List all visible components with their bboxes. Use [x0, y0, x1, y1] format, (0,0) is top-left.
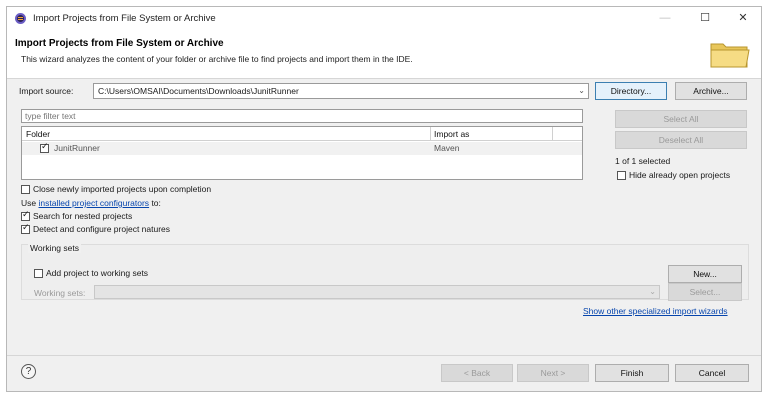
cancel-button[interactable]: Cancel	[675, 364, 749, 382]
table-header: Folder Import as	[22, 127, 582, 141]
use-prefix: Use	[21, 198, 37, 208]
add-to-working-sets-label: Add project to working sets	[46, 268, 149, 278]
close-after-label: Close newly imported projects upon compl…	[33, 184, 212, 194]
project-import-as: Maven	[434, 143, 460, 153]
column-divider	[552, 127, 553, 141]
detect-natures-checkbox[interactable]	[21, 223, 30, 234]
column-import-as[interactable]: Import as	[434, 129, 469, 139]
new-working-set-button[interactable]: New...	[668, 265, 742, 283]
filter-input[interactable]	[22, 110, 582, 122]
minimize-button[interactable]: —	[657, 11, 673, 25]
chevron-down-icon: ⌄	[578, 86, 585, 95]
column-divider	[430, 127, 431, 141]
back-button[interactable]: < Back	[441, 364, 513, 382]
wizard-title: Import Projects from File System or Arch…	[15, 38, 224, 49]
add-to-working-sets-checkbox[interactable]	[34, 269, 43, 278]
working-sets-combo[interactable]: ⌄	[94, 285, 660, 299]
working-sets-label: Working sets:	[34, 288, 86, 298]
directory-button[interactable]: Directory...	[595, 82, 667, 100]
filter-field[interactable]	[21, 109, 583, 123]
wizard-description: This wizard analyzes the content of your…	[21, 54, 413, 64]
folder-icon	[710, 43, 750, 68]
projects-table: Folder Import as JunitRunner Maven	[21, 126, 583, 180]
project-folder: JunitRunner	[54, 143, 100, 153]
import-source-combo[interactable]: C:\Users\OMSAI\Documents\Downloads\Junit…	[93, 83, 589, 99]
column-folder[interactable]: Folder	[26, 129, 50, 139]
working-sets-title: Working sets	[28, 243, 81, 253]
working-sets-group: Working sets Add project to working sets…	[21, 243, 749, 301]
next-button[interactable]: Next >	[517, 364, 589, 382]
project-checkbox[interactable]	[40, 142, 49, 153]
archive-button[interactable]: Archive...	[675, 82, 747, 100]
hide-open-label: Hide already open projects	[629, 170, 731, 180]
close-after-checkbox[interactable]	[21, 185, 30, 194]
maximize-button[interactable]: ☐	[697, 11, 713, 25]
detect-natures-label: Detect and configure project natures	[33, 224, 171, 234]
show-other-wizards-link[interactable]: Show other specialized import wizards	[583, 306, 728, 316]
help-icon[interactable]: ?	[21, 364, 36, 379]
finish-button[interactable]: Finish	[595, 364, 669, 382]
select-all-button[interactable]: Select All	[615, 110, 747, 128]
import-dialog: Import Projects from File System or Arch…	[6, 6, 762, 392]
configurators-link[interactable]: installed project configurators	[39, 198, 150, 208]
import-source-value: C:\Users\OMSAI\Documents\Downloads\Junit…	[98, 86, 299, 96]
selection-count: 1 of 1 selected	[615, 156, 671, 166]
chevron-down-icon: ⌄	[649, 287, 656, 296]
footer-divider	[7, 355, 761, 356]
deselect-all-button[interactable]: Deselect All	[615, 131, 747, 149]
select-working-sets-button[interactable]: Select...	[668, 283, 742, 301]
import-source-label: Import source:	[19, 86, 74, 96]
use-suffix: to:	[151, 198, 161, 208]
window-title: Import Projects from File System or Arch…	[33, 13, 216, 24]
search-nested-checkbox[interactable]	[21, 210, 30, 221]
search-nested-label: Search for nested projects	[33, 211, 133, 221]
use-configurators-text: Use installed project configurators to:	[21, 198, 161, 208]
close-button[interactable]: ✕	[735, 11, 751, 25]
hide-open-checkbox[interactable]	[617, 171, 626, 180]
table-row[interactable]: JunitRunner Maven	[22, 142, 582, 155]
wizard-header: Import Projects from File System or Arch…	[7, 29, 761, 79]
eclipse-icon	[15, 13, 26, 24]
title-bar: Import Projects from File System or Arch…	[7, 7, 761, 29]
